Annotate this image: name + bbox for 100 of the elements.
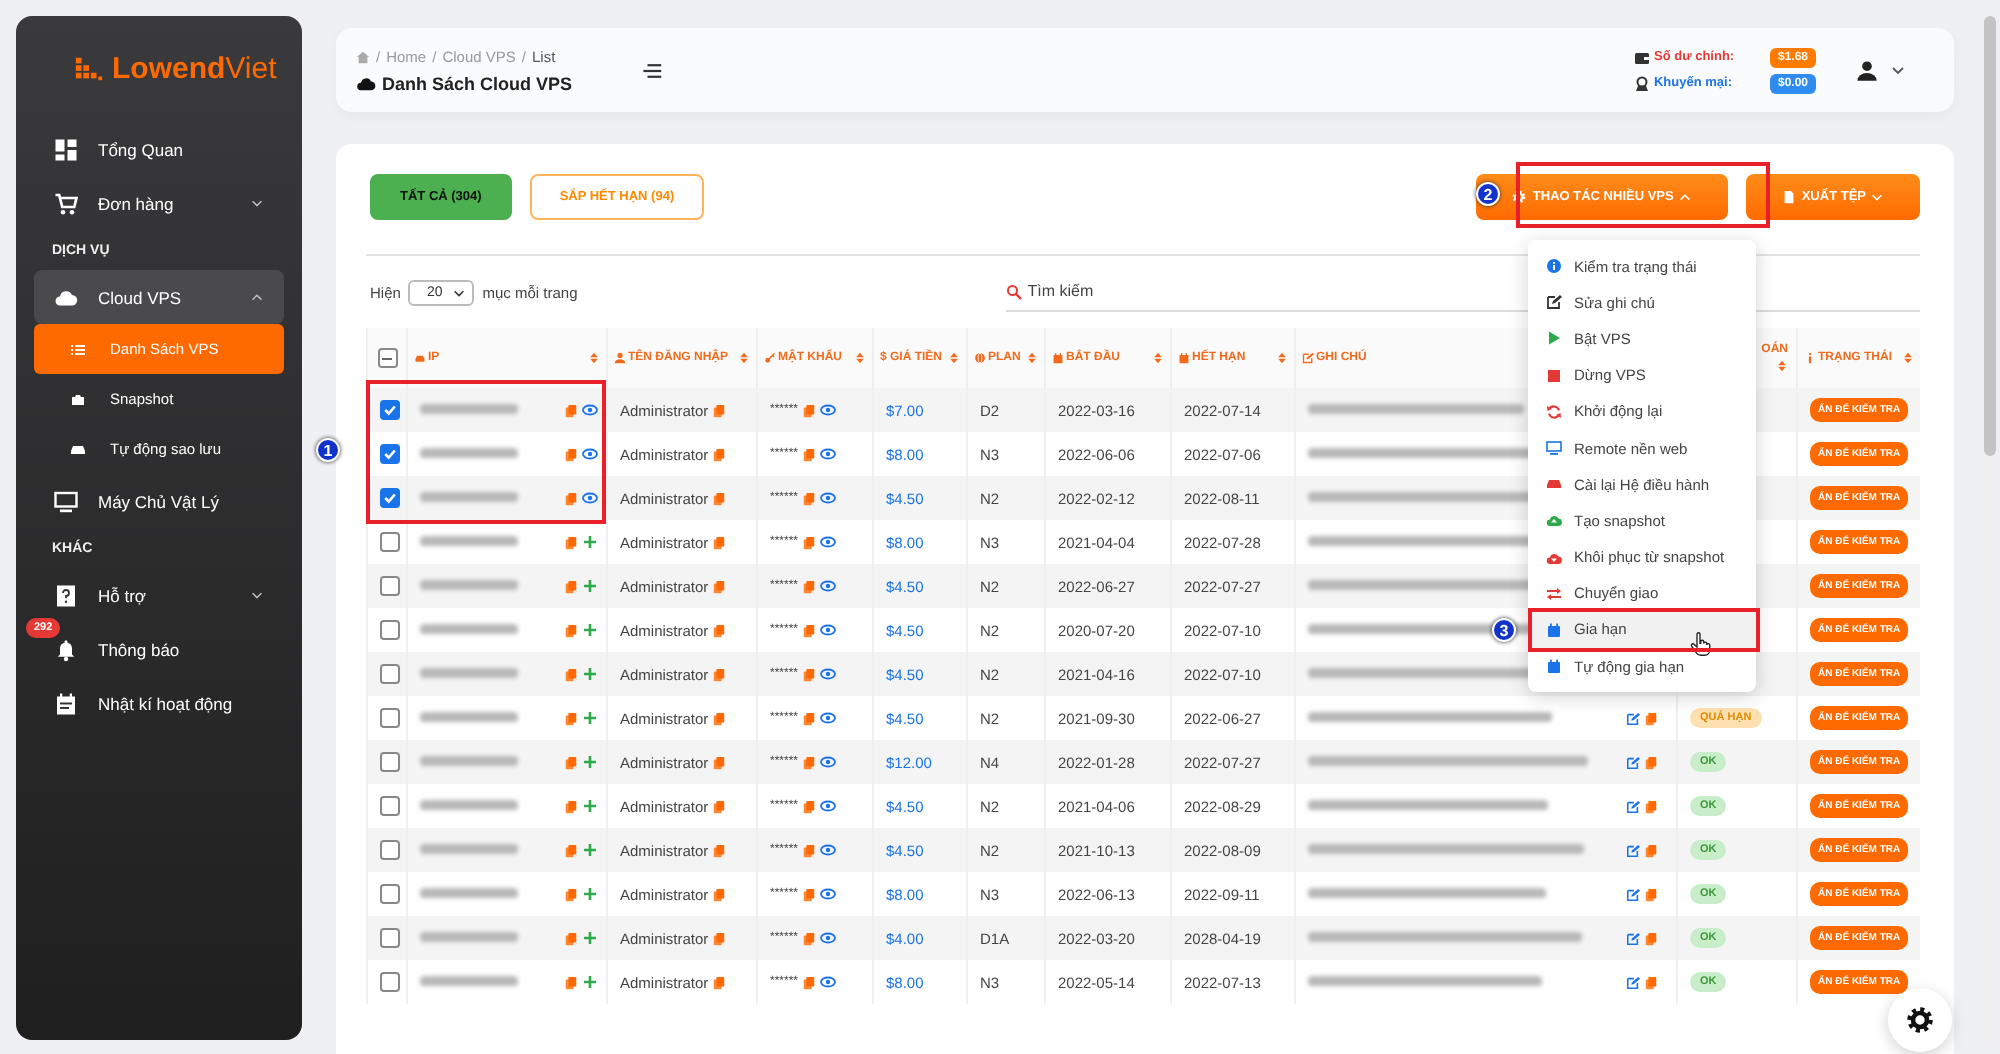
row-checkbox[interactable] [380, 840, 400, 860]
chevron-down-icon [250, 196, 264, 210]
edit-icon [1626, 711, 1640, 725]
copy-icon [712, 579, 727, 593]
copy-icon [564, 491, 578, 505]
sidebar-item[interactable]: Nhật kí hoạt động [34, 676, 284, 730]
plus-icon [582, 754, 598, 770]
copy-icon [712, 799, 727, 813]
row-checkbox[interactable] [380, 488, 400, 508]
copy-icon [564, 579, 578, 593]
stop-icon [1546, 367, 1562, 384]
drive-icon [1546, 476, 1562, 493]
copy-icon [1644, 755, 1658, 769]
globe-icon [974, 352, 986, 364]
row-checkbox[interactable] [380, 972, 400, 992]
row-checkbox[interactable] [380, 708, 400, 728]
row-checkbox[interactable] [380, 796, 400, 816]
copy-icon [564, 667, 578, 681]
search-icon [1005, 283, 1022, 299]
copy-icon [564, 447, 578, 461]
calendar-icon [1546, 621, 1562, 638]
copy-icon [564, 755, 578, 769]
sort-icon [1776, 360, 1788, 372]
plus-icon [582, 666, 598, 682]
sidebar-item[interactable]: Máy Chủ Vật Lý [34, 474, 284, 528]
hand-icon [1688, 632, 1712, 656]
copy-icon [802, 931, 817, 945]
plus-icon [582, 534, 598, 550]
copy-icon [712, 491, 727, 505]
plus-icon [582, 930, 598, 946]
row-checkbox[interactable] [380, 576, 400, 596]
copy-icon [802, 667, 817, 681]
row-checkbox[interactable] [380, 620, 400, 640]
row-checkbox[interactable] [380, 400, 400, 420]
plus-icon [582, 886, 598, 902]
eye-icon [820, 490, 837, 506]
copy-icon [712, 975, 727, 989]
chevron-down-icon [1870, 189, 1884, 203]
chevron-up-icon [250, 290, 264, 304]
logo-text[interactable]: LowendViet [112, 52, 277, 86]
copy-icon [712, 843, 727, 857]
copy-icon [802, 711, 817, 725]
copy-icon [564, 887, 578, 901]
plus-icon [582, 798, 598, 814]
info-icon [1546, 258, 1562, 275]
copy-icon [712, 447, 727, 461]
sidebar-item[interactable]: Cloud VPS [34, 270, 284, 324]
step-marker: 3 [1492, 618, 1516, 642]
copy-icon [564, 623, 578, 637]
eye-icon [582, 446, 598, 462]
row-checkbox[interactable] [380, 532, 400, 552]
select-all-checkbox[interactable] [377, 348, 397, 368]
chevron-down-icon [250, 588, 264, 602]
edit-icon [1626, 975, 1640, 989]
bell-icon [54, 637, 78, 661]
cart-icon [54, 191, 78, 215]
row-checkbox[interactable] [380, 664, 400, 684]
cloud-download-icon [1546, 549, 1562, 566]
copy-icon [1644, 799, 1658, 813]
edit-icon [1626, 887, 1640, 901]
plus-icon [582, 974, 598, 990]
copy-icon [1644, 931, 1658, 945]
copy-icon [1644, 711, 1658, 725]
copy-icon [802, 447, 817, 461]
copy-icon [802, 975, 817, 989]
row-checkbox[interactable] [380, 884, 400, 904]
chevron-up-icon [1677, 189, 1692, 203]
copy-icon [1644, 843, 1658, 857]
plus-icon [582, 710, 598, 726]
user-icon [614, 352, 626, 364]
key-icon [764, 352, 776, 364]
sidebar-item[interactable]: Hỗ trợ [34, 568, 284, 622]
copy-icon [564, 403, 578, 417]
logo-icon [74, 54, 104, 84]
copy-icon [802, 799, 817, 813]
copy-icon [564, 931, 578, 945]
sort-icon [1276, 352, 1288, 364]
row-checkbox[interactable] [380, 752, 400, 772]
eye-icon [820, 754, 837, 770]
transfer-icon [1546, 585, 1562, 602]
eye-icon [820, 666, 837, 682]
home-icon [356, 49, 370, 63]
restart-icon [1546, 403, 1562, 420]
edit-icon [1302, 352, 1314, 364]
eye-icon [820, 930, 837, 946]
sidebar-item[interactable]: Đơn hàng [34, 176, 284, 230]
eye-icon [820, 710, 837, 726]
chevron-down-icon [1890, 62, 1906, 78]
sort-icon [588, 352, 600, 364]
sidebar-item[interactable]: Tổng Quan [34, 122, 284, 176]
copy-icon [802, 579, 817, 593]
row-checkbox[interactable] [380, 928, 400, 948]
plus-icon [582, 578, 598, 594]
file-icon [1781, 189, 1796, 203]
row-checkbox[interactable] [380, 444, 400, 464]
copy-icon [564, 711, 578, 725]
monitor-icon [1546, 440, 1562, 457]
page-title: Danh Sách Cloud VPS [382, 73, 573, 93]
copy-icon [802, 403, 817, 417]
copy-icon [712, 623, 727, 637]
